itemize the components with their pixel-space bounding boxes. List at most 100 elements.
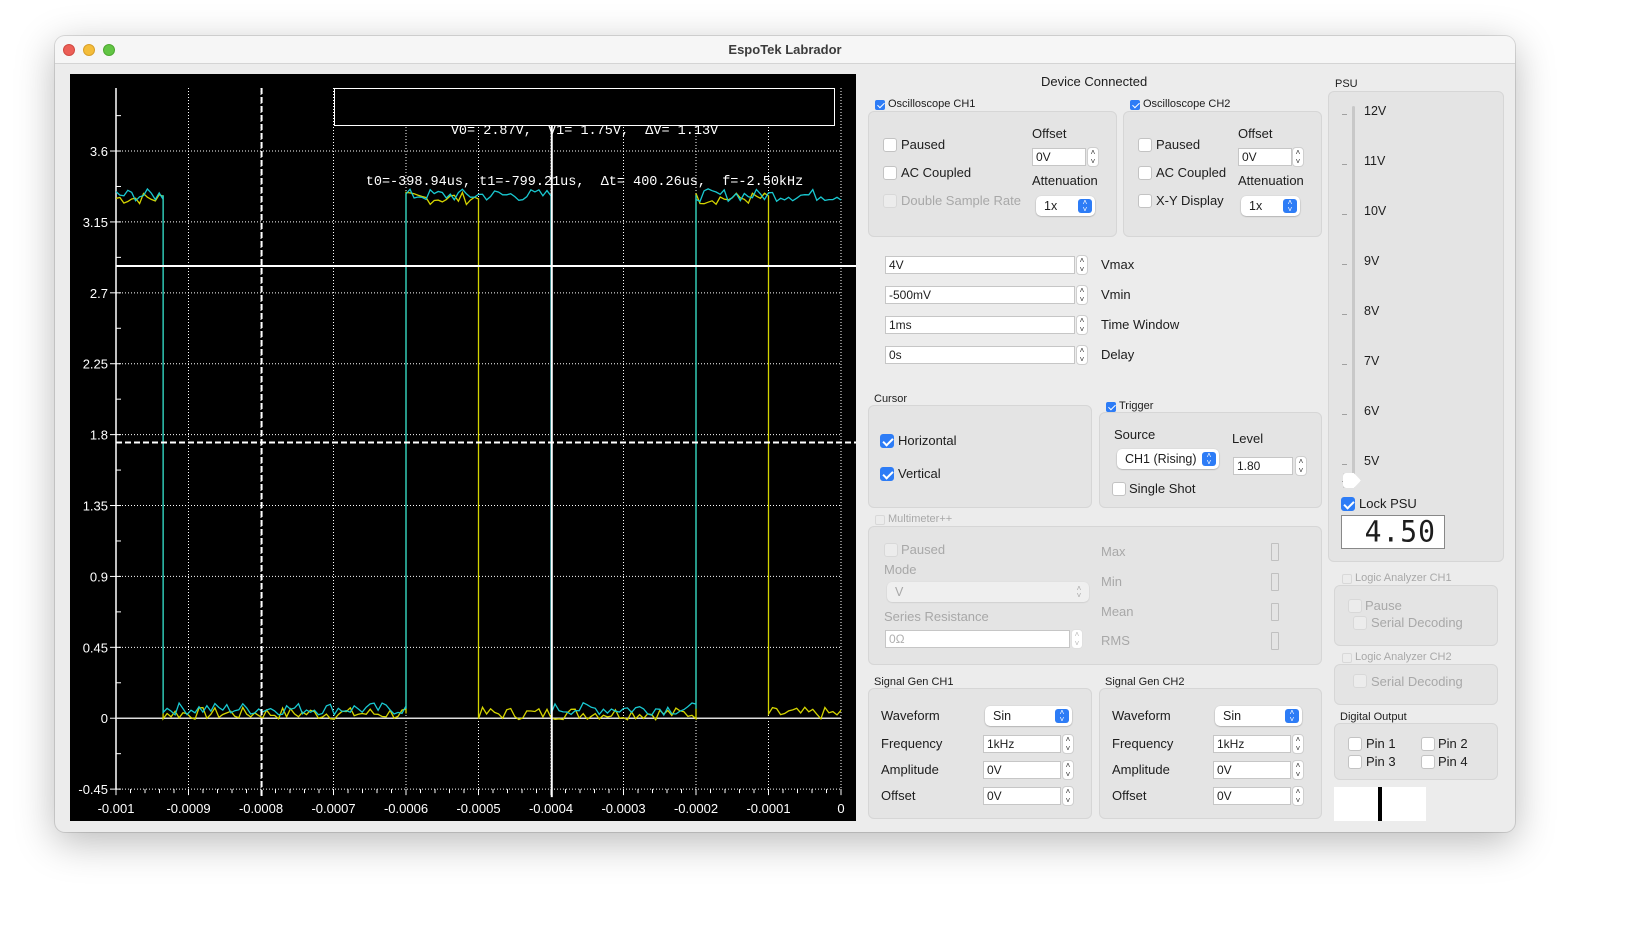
osc-ch1-attenuation-select[interactable]: 1x ˄ ˅: [1036, 196, 1095, 216]
siggen-ch1-amplitude-input[interactable]: 0V: [983, 761, 1061, 779]
osc-ch1-paused-checkbox[interactable]: [883, 138, 897, 152]
osc-ch2-attenuation-label: Attenuation: [1238, 173, 1304, 188]
minimize-button[interactable]: [83, 44, 95, 56]
osc-ch1-double-sample-label: Double Sample Rate: [901, 193, 1021, 208]
lock-psu-checkbox[interactable]: [1341, 497, 1355, 511]
psu-slider-track[interactable]: [1352, 106, 1355, 486]
y-tick-label: 1.35: [83, 499, 108, 514]
osc-ch2-ac-coupled-checkbox[interactable]: [1138, 166, 1152, 180]
pin-4-checkbox[interactable]: [1421, 755, 1435, 769]
x-tick-label: 0: [837, 801, 844, 816]
psu-tick-label: 10V: [1364, 204, 1387, 218]
zoom-button[interactable]: [103, 44, 115, 56]
setting-delay-input[interactable]: 0s: [885, 346, 1075, 364]
cursor-horizontal-label: Horizontal: [898, 433, 957, 448]
logic-ch2-serial-checkbox[interactable]: [1353, 674, 1367, 688]
multimeter-series-input[interactable]: 0Ω: [885, 630, 1070, 648]
setting-delay-stepper[interactable]: ˄ ˅: [1076, 345, 1088, 365]
logic-ch2-title: Logic Analyzer CH2: [1355, 651, 1452, 663]
osc-ch2-offset-stepper[interactable]: ˄ ˅: [1292, 147, 1304, 167]
setting-time-window-input[interactable]: 1ms: [885, 316, 1075, 334]
siggen-ch2-waveform-select[interactable]: Sin ˄ ˅: [1215, 706, 1302, 726]
setting-delay-label: Delay: [1101, 347, 1135, 362]
cursor-vertical-checkbox[interactable]: [880, 467, 894, 481]
siggen-ch1-offset-input[interactable]: 0V: [983, 787, 1061, 805]
pin-2-checkbox[interactable]: [1421, 737, 1435, 751]
osc-ch1-offset-input[interactable]: 0V: [1032, 148, 1086, 166]
osc-ch1-ac-coupled-checkbox[interactable]: [883, 166, 897, 180]
siggen-ch2-offset-input[interactable]: 0V: [1213, 787, 1291, 805]
siggen-ch2-amplitude-input[interactable]: 0V: [1213, 761, 1291, 779]
siggen-ch1-frequency-label: Frequency: [881, 736, 943, 751]
trigger-level-stepper[interactable]: ˄ ˅: [1295, 456, 1307, 476]
osc-ch2-xy-display-checkbox[interactable]: [1138, 194, 1152, 208]
siggen-ch2-offset-stepper[interactable]: ˄ ˅: [1292, 786, 1304, 806]
logic-ch1-serial-checkbox[interactable]: [1353, 616, 1367, 630]
siggen-ch2-title: Signal Gen CH2: [1105, 676, 1185, 688]
trigger-single-shot-checkbox[interactable]: [1112, 482, 1126, 496]
chevron-updown-icon: ˄ ˅: [1283, 199, 1297, 214]
setting-vmax-input[interactable]: 4V: [885, 256, 1075, 274]
chevron-updown-icon: ˄ ˅: [1078, 199, 1092, 214]
osc-ch2-title: Oscilloscope CH2: [1143, 98, 1231, 110]
siggen-ch1-amplitude-stepper[interactable]: ˄ ˅: [1062, 760, 1074, 780]
status-indicator: [1334, 787, 1426, 821]
trigger-source-select[interactable]: CH1 (Rising) ˄ ˅: [1117, 449, 1219, 469]
oscilloscope-display[interactable]: -0.001 -0.0009 -0.0008 -0.0007 -0.0006 -0.000…: [70, 74, 856, 821]
siggen-ch2-frequency-input[interactable]: 1kHz: [1213, 735, 1291, 753]
y-tick-label: 3.15: [83, 215, 108, 230]
cursor-horizontal-checkbox[interactable]: [880, 434, 894, 448]
osc-ch1-enable-checkbox[interactable]: [875, 100, 885, 110]
psu-tick-label: 12V: [1364, 104, 1387, 118]
setting-vmin-input[interactable]: -500mV: [885, 286, 1075, 304]
multimeter-rms-label: RMS: [1101, 633, 1130, 648]
cursor-vertical-label: Vertical: [898, 466, 941, 481]
multimeter-paused-checkbox[interactable]: [884, 543, 898, 557]
x-tick-label: -0.0008: [239, 801, 283, 816]
siggen-ch1-frequency-stepper[interactable]: ˄ ˅: [1062, 734, 1074, 754]
siggen-ch2-amplitude-stepper[interactable]: ˄ ˅: [1292, 760, 1304, 780]
psu-tick-mark: [1342, 364, 1347, 365]
logic-ch1-pause-checkbox[interactable]: [1348, 599, 1362, 613]
siggen-ch2-frequency-stepper[interactable]: ˄ ˅: [1292, 734, 1304, 754]
multimeter-enable-checkbox[interactable]: [875, 515, 885, 525]
multimeter-series-stepper[interactable]: ˄ ˅: [1071, 629, 1083, 649]
setting-vmin-stepper[interactable]: ˄ ˅: [1076, 285, 1088, 305]
y-tick-label: 2.25: [83, 357, 108, 372]
pin-3-label: Pin 3: [1366, 754, 1396, 769]
osc-ch2-enable-checkbox[interactable]: [1130, 100, 1140, 110]
osc-ch2-attenuation-select[interactable]: 1x ˄ ˅: [1241, 196, 1300, 216]
osc-ch2-paused-checkbox[interactable]: [1138, 138, 1152, 152]
lock-psu-label: Lock PSU: [1359, 496, 1417, 511]
cursor-readout: V0= 2.87V, V1= 1.75V, ΔV= 1.13V t0=-398.…: [334, 88, 835, 190]
close-button[interactable]: [63, 44, 75, 56]
osc-ch1-double-sample-checkbox[interactable]: [883, 194, 897, 208]
multimeter-mode-value: V: [895, 585, 904, 599]
trigger-level-label: Level: [1232, 431, 1264, 446]
pin-3-checkbox[interactable]: [1348, 755, 1362, 769]
x-tick-label: -0.0005: [456, 801, 500, 816]
multimeter-paused-label: Paused: [901, 542, 946, 557]
trigger-enable-checkbox[interactable]: [1106, 402, 1116, 412]
psu-tick-mark: [1342, 164, 1347, 165]
logic-ch1-enable-checkbox[interactable]: [1342, 574, 1352, 584]
psu-tick-mark: [1342, 314, 1347, 315]
psu-tick-mark: [1342, 214, 1347, 215]
siggen-ch1-frequency-input[interactable]: 1kHz: [983, 735, 1061, 753]
siggen-ch1-offset-stepper[interactable]: ˄ ˅: [1062, 786, 1074, 806]
y-tick-label: -0.45: [78, 782, 108, 797]
osc-ch1-ac-coupled-label: AC Coupled: [901, 165, 972, 180]
setting-time-window-stepper[interactable]: ˄ ˅: [1076, 315, 1088, 335]
siggen-ch2-waveform-label: Waveform: [1112, 708, 1171, 723]
osc-ch2-offset-input[interactable]: 0V: [1238, 148, 1292, 166]
trigger-level-input[interactable]: 1.80: [1233, 457, 1293, 475]
siggen-ch1-waveform-select[interactable]: Sin ˄ ˅: [985, 706, 1072, 726]
multimeter-mode-select[interactable]: V ˄ ˅: [887, 582, 1089, 602]
logic-ch1-serial-label: Serial Decoding: [1371, 615, 1463, 630]
siggen-ch1-waveform-label: Waveform: [881, 708, 940, 723]
title-bar: EspoTek Labrador: [55, 36, 1515, 64]
pin-1-checkbox[interactable]: [1348, 737, 1362, 751]
logic-ch2-enable-checkbox[interactable]: [1342, 653, 1352, 663]
setting-vmax-stepper[interactable]: ˄ ˅: [1076, 255, 1088, 275]
osc-ch1-offset-stepper[interactable]: ˄ ˅: [1087, 147, 1099, 167]
